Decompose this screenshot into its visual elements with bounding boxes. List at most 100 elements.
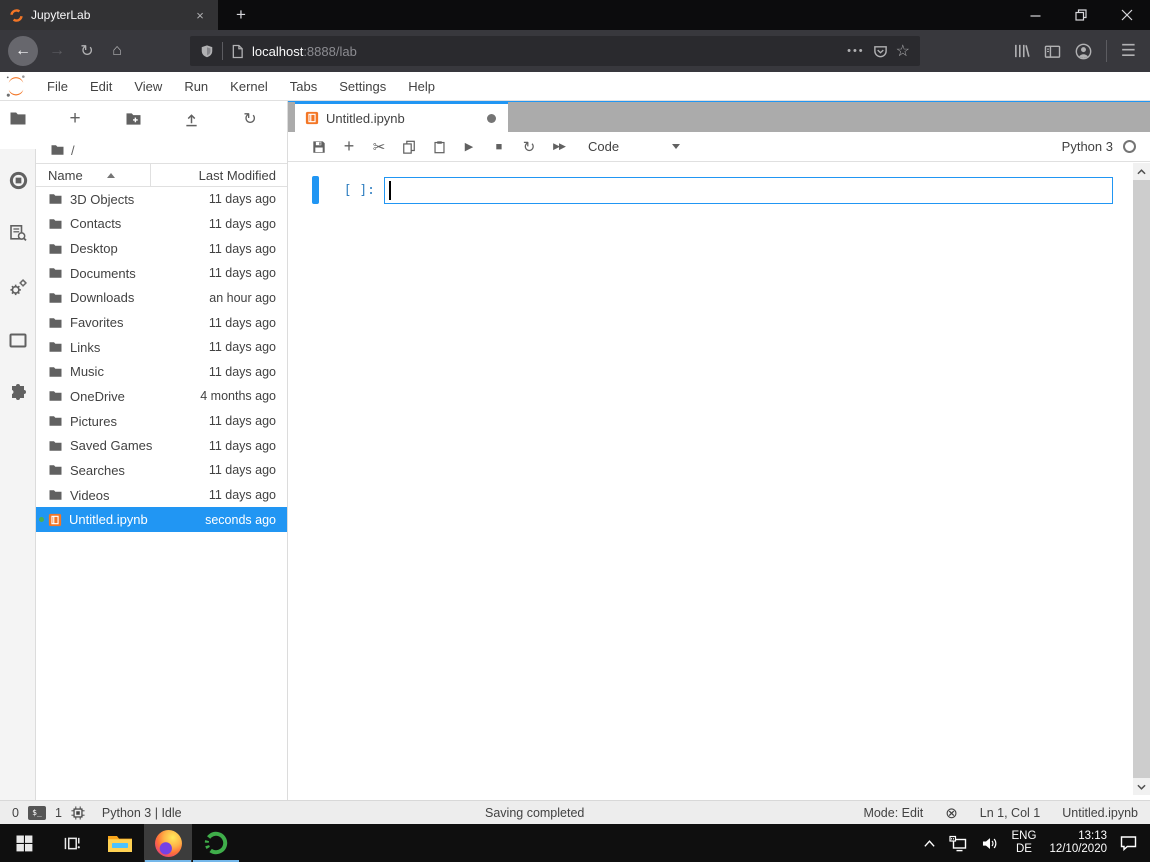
window-minimize-icon[interactable] [1012, 0, 1058, 30]
open-tabs-icon[interactable] [0, 328, 36, 352]
menu-view[interactable]: View [123, 72, 173, 100]
breadcrumb[interactable]: / [36, 137, 287, 163]
file-explorer-button[interactable] [96, 824, 144, 862]
column-header-name[interactable]: Name [36, 164, 150, 186]
volume-icon[interactable] [981, 836, 999, 851]
file-row[interactable]: Videos11 days ago [36, 483, 287, 508]
file-browser-tab-icon[interactable] [0, 106, 36, 130]
jupyterlab-menubar: File Edit View Run Kernel Tabs Settings … [0, 72, 1150, 101]
file-row[interactable]: Searches11 days ago [36, 458, 287, 483]
folder-icon [48, 366, 63, 378]
library-icon[interactable] [1013, 43, 1030, 59]
paste-cells-button[interactable] [424, 135, 454, 159]
kernel-count[interactable]: 1 [55, 806, 62, 820]
menu-help[interactable]: Help [397, 72, 446, 100]
page-actions-icon[interactable]: ••• [847, 45, 865, 57]
menu-edit[interactable]: Edit [79, 72, 123, 100]
page-info-icon[interactable] [231, 44, 244, 59]
file-row[interactable]: Documents11 days ago [36, 261, 287, 286]
pocket-icon[interactable] [873, 44, 888, 59]
cell-collapser[interactable] [312, 176, 319, 204]
menu-settings[interactable]: Settings [328, 72, 397, 100]
file-row[interactable]: Pictures11 days ago [36, 409, 287, 434]
command-palette-icon[interactable] [0, 221, 36, 245]
home-button[interactable]: ⌂ [102, 36, 132, 66]
file-row[interactable]: Untitled.ipynbseconds ago [36, 507, 287, 532]
file-row[interactable]: Links11 days ago [36, 335, 287, 360]
save-button[interactable] [304, 135, 334, 159]
kernel-status-icon[interactable] [1123, 140, 1136, 153]
file-row[interactable]: 3D Objects11 days ago [36, 187, 287, 212]
clock[interactable]: 13:13 12/10/2020 [1049, 830, 1107, 856]
start-button[interactable] [0, 824, 48, 862]
menu-run[interactable]: Run [173, 72, 219, 100]
refresh-button[interactable]: ↻ [239, 108, 261, 130]
notebook-tab[interactable]: Untitled.ipynb [295, 102, 508, 132]
new-folder-button[interactable] [122, 108, 144, 130]
urlbar-separator [222, 42, 223, 60]
notebook-mode[interactable]: Mode: Edit [863, 806, 923, 820]
trust-indicator-icon: ⊗ [945, 804, 958, 822]
window-restore-icon[interactable] [1058, 0, 1104, 30]
insert-cell-button[interactable]: + [334, 135, 364, 159]
tab-close-dot-icon[interactable] [487, 114, 496, 123]
url-bar[interactable]: localhost:8888/lab ••• ☆ [190, 36, 920, 66]
menu-file[interactable]: File [36, 72, 79, 100]
forward-button[interactable]: → [42, 36, 72, 66]
action-center-icon[interactable] [1120, 835, 1137, 851]
cut-cells-button[interactable]: ✂ [364, 135, 394, 159]
new-launcher-button[interactable]: + [64, 108, 86, 130]
scroll-down-icon[interactable] [1133, 778, 1150, 795]
extension-manager-icon[interactable] [0, 380, 36, 404]
restart-run-all-button[interactable]: ▶▶ [544, 135, 574, 159]
notebook-tab-title: Untitled.ipynb [326, 111, 405, 126]
kernel-name[interactable]: Python 3 [1062, 139, 1113, 154]
back-button[interactable]: ← [8, 36, 38, 66]
upload-button[interactable] [181, 108, 203, 130]
browser-tab-jupyterlab[interactable]: JupyterLab × [0, 0, 218, 30]
file-modified: 4 months ago [200, 389, 276, 403]
tab-close-icon[interactable]: × [191, 8, 209, 23]
new-tab-button[interactable]: + [224, 0, 258, 30]
tracking-protection-shield-icon[interactable] [200, 44, 214, 59]
menu-hamburger-icon[interactable]: ☰ [1121, 41, 1136, 61]
folder-icon [48, 218, 63, 230]
restart-kernel-button[interactable]: ↻ [514, 135, 544, 159]
column-header-modified[interactable]: Last Modified [150, 164, 287, 186]
reload-button[interactable]: ↻ [72, 36, 102, 66]
file-row[interactable]: Contacts11 days ago [36, 212, 287, 237]
cell-type-dropdown[interactable]: Code [588, 139, 680, 154]
sidebar-toggle-icon[interactable] [1044, 44, 1061, 59]
menu-kernel[interactable]: Kernel [219, 72, 279, 100]
interrupt-kernel-button[interactable]: ■ [484, 135, 514, 159]
scroll-up-icon[interactable] [1133, 163, 1150, 180]
kernel-status-text[interactable]: Python 3 | Idle [102, 806, 182, 820]
file-row[interactable]: OneDrive 4 months ago [36, 384, 287, 409]
copy-cells-button[interactable] [394, 135, 424, 159]
account-icon[interactable] [1075, 43, 1092, 60]
file-name: OneDrive [70, 389, 193, 404]
bookmark-star-icon[interactable]: ☆ [896, 41, 910, 61]
file-row[interactable]: Downloadsan hour ago [36, 286, 287, 311]
running-sessions-icon[interactable] [0, 168, 36, 192]
folder-icon [48, 440, 63, 452]
terminal-count[interactable]: 0 [12, 806, 19, 820]
notebook-scrollbar[interactable] [1133, 163, 1150, 795]
file-row[interactable]: Desktop11 days ago [36, 236, 287, 261]
run-cell-button[interactable]: ▶ [454, 135, 484, 159]
task-view-button[interactable] [48, 824, 96, 862]
file-row[interactable]: Music11 days ago [36, 359, 287, 384]
property-inspector-icon[interactable] [0, 275, 36, 299]
window-close-icon[interactable] [1104, 0, 1150, 30]
firefox-taskbar-button[interactable] [144, 824, 192, 862]
language-indicator[interactable]: ENG DE [1012, 830, 1037, 856]
file-row[interactable]: Favorites11 days ago [36, 310, 287, 335]
file-row[interactable]: Saved Games11 days ago [36, 433, 287, 458]
anaconda-taskbar-button[interactable] [192, 824, 240, 862]
network-icon[interactable] [949, 835, 968, 852]
menu-tabs[interactable]: Tabs [279, 72, 328, 100]
tray-expand-icon[interactable] [923, 839, 936, 848]
folder-icon [48, 267, 63, 279]
cursor-position[interactable]: Ln 1, Col 1 [980, 806, 1040, 820]
cell-editor[interactable] [384, 177, 1113, 204]
